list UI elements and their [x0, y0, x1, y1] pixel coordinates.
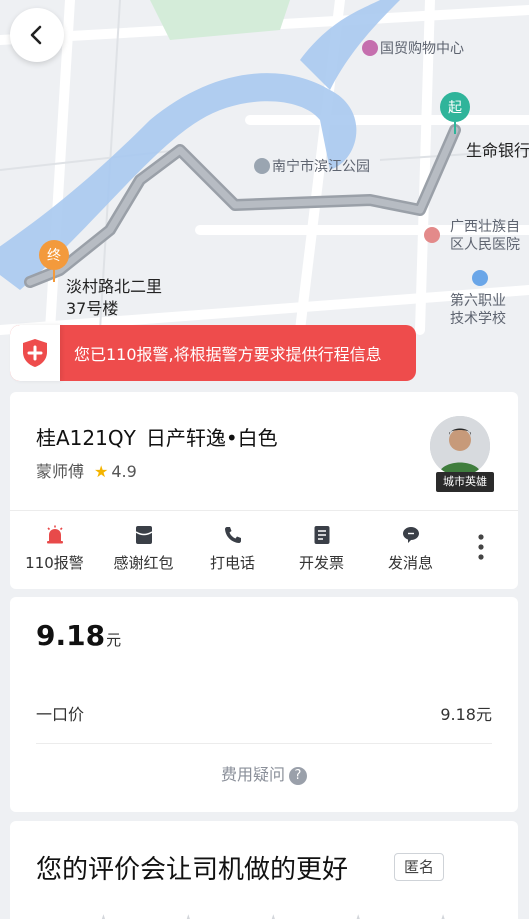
chevron-left-icon	[30, 25, 42, 45]
alert-icon-container	[10, 325, 60, 381]
poi-hospital: 广西壮族自 区人民医院	[424, 218, 520, 254]
shopping-icon	[362, 40, 378, 56]
anonymous-toggle[interactable]: 匿名	[394, 853, 444, 881]
start-pin: 起	[440, 92, 470, 122]
action-bar: 110报警 感谢红包 打电话 开发票 发消息	[10, 516, 518, 578]
red-packet-icon	[133, 524, 155, 546]
star-1-icon[interactable]: ★	[90, 909, 117, 919]
fare-type-label: 一口价	[36, 705, 85, 724]
invoice-icon	[311, 524, 333, 546]
end-pin-stem	[53, 270, 55, 282]
shield-icon	[23, 339, 47, 367]
end-pin: 终	[39, 240, 69, 270]
poi-bank: 生命银行	[466, 141, 529, 160]
invoice-button[interactable]: 开发票	[277, 516, 366, 578]
fare-amount: 9.18元	[36, 619, 122, 652]
fare-divider	[36, 743, 492, 744]
back-button[interactable]	[10, 8, 64, 62]
message-button[interactable]: 发消息	[366, 516, 455, 578]
person-icon	[430, 416, 490, 476]
star-3-icon[interactable]: ★	[260, 909, 287, 919]
driver-info: 蒙师傅 ★ 4.9	[36, 458, 137, 482]
start-pin-stem	[454, 122, 456, 134]
school-icon	[472, 270, 488, 286]
card-divider	[10, 510, 518, 511]
police-alert-banner[interactable]: 您已110报警,将根据警方要求提供行程信息	[10, 325, 416, 381]
car-model: 日产轩逸•白色	[145, 426, 278, 450]
poi-school: 第六职业 技术学校	[450, 270, 506, 328]
poi-park: 南宁市滨江公园	[254, 156, 370, 176]
destination-label: 淡村路北二里 37号楼	[66, 277, 163, 318]
fare-question-link[interactable]: 费用疑问?	[10, 761, 518, 785]
rating-card: 您的评价会让司机做的更好 匿名 ★ ★ ★ ★ ★	[10, 821, 518, 919]
rating-stars: ★ ★ ★ ★ ★	[90, 909, 457, 919]
driver-rating: 4.9	[111, 462, 137, 481]
red-packet-button[interactable]: 感谢红包	[99, 516, 188, 578]
hospital-icon	[424, 227, 440, 243]
more-button[interactable]	[455, 516, 507, 578]
driver-avatar[interactable]	[430, 416, 490, 476]
star-5-icon[interactable]: ★	[430, 909, 457, 919]
driver-card: 桂A121QY 日产轩逸•白色 蒙师傅 ★ 4.9 城市英雄 110报警 感谢红包	[10, 392, 518, 589]
fare-card: 9.18元 一口价 9.18元 费用疑问?	[10, 597, 518, 812]
fare-detail-row: 一口价 9.18元	[36, 701, 492, 725]
rating-title: 您的评价会让司机做的更好	[36, 855, 349, 885]
question-icon: ?	[289, 767, 307, 785]
alert-text: 您已110报警,将根据警方要求提供行程信息	[74, 345, 382, 364]
star-2-icon[interactable]: ★	[175, 909, 202, 919]
driver-badge: 城市英雄	[436, 472, 494, 492]
call-police-button[interactable]: 110报警	[10, 516, 99, 578]
fare-type-value: 9.18元	[440, 705, 492, 724]
poi-shopping: 国贸购物中心	[362, 38, 464, 58]
driver-name: 蒙师傅	[36, 462, 85, 481]
phone-button[interactable]: 打电话	[188, 516, 277, 578]
more-vertical-icon	[478, 534, 484, 560]
vehicle-info: 桂A121QY 日产轩逸•白色	[36, 422, 278, 451]
message-icon	[400, 524, 422, 546]
phone-icon	[222, 524, 244, 546]
park-icon	[254, 158, 270, 174]
star-4-icon[interactable]: ★	[345, 909, 372, 919]
alarm-icon	[44, 524, 66, 546]
star-icon: ★	[94, 462, 109, 481]
license-plate: 桂A121QY	[36, 426, 136, 450]
